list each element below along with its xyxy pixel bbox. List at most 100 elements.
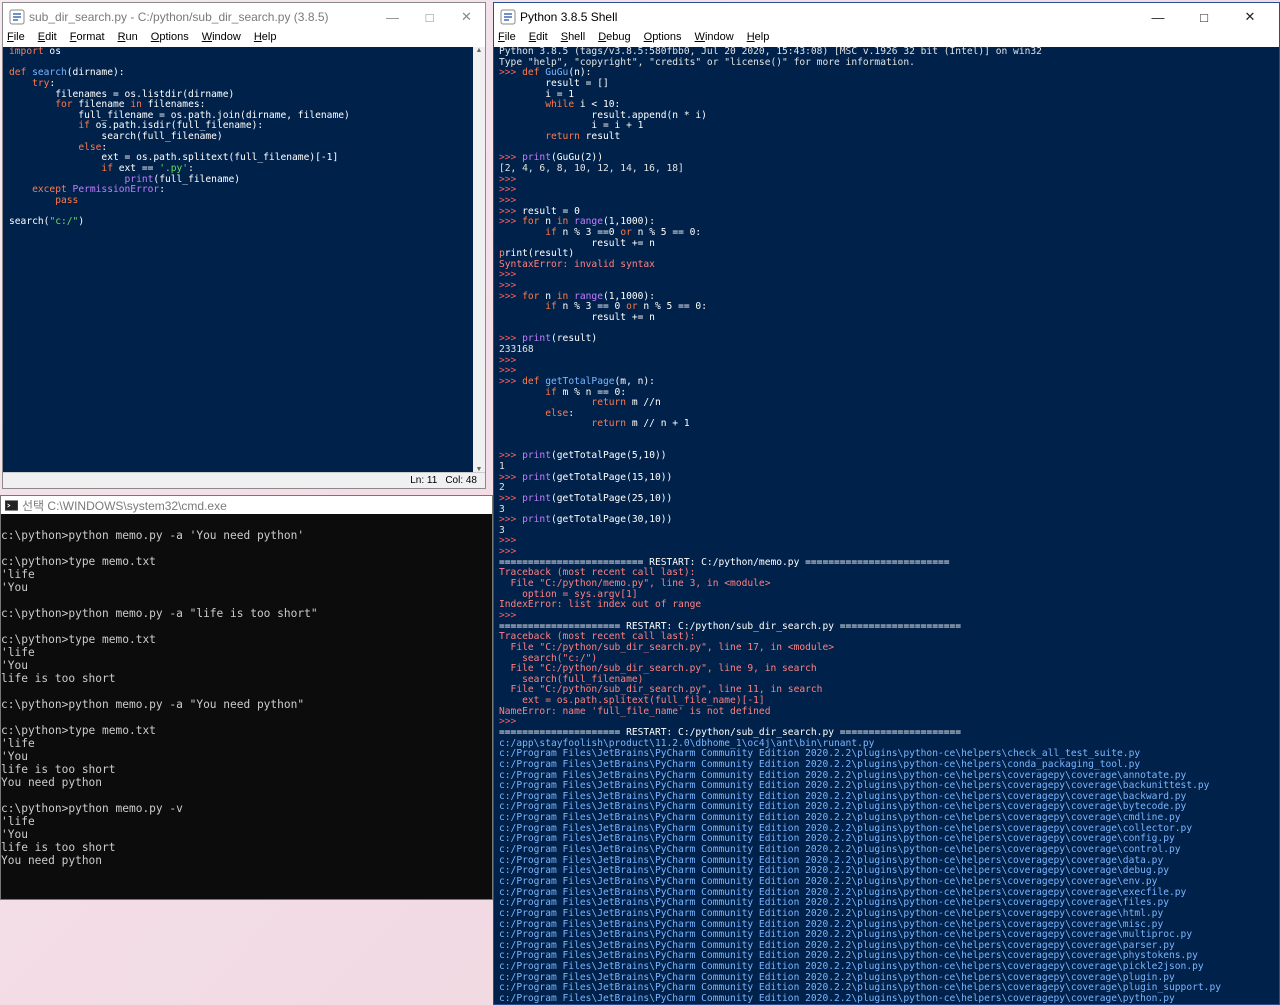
- close-button[interactable]: ✕: [1227, 3, 1273, 31]
- menu-options[interactable]: Options: [151, 31, 189, 47]
- cmd-line: 'life: [1, 737, 35, 750]
- cmd-line: [1, 542, 492, 555]
- code-token: File "C:/python/sub_dir_search.py", line…: [499, 641, 835, 653]
- cmd-line: [1, 789, 492, 802]
- code-token: c:/Program Files\JetBrains\PyCharm Commu…: [499, 897, 1170, 909]
- maximize-button[interactable]: □: [411, 3, 448, 31]
- code-token: ===================== RESTART: C:/python…: [499, 727, 962, 738]
- code-token: filenames = os.listdir(dirname): [9, 88, 235, 100]
- maximize-button[interactable]: □: [1181, 3, 1227, 31]
- code-token: if: [545, 301, 557, 313]
- code-token: (getTotalPage(30,10)): [551, 514, 673, 526]
- code-line: SyntaxError: invalid syntax: [499, 259, 1279, 271]
- code-token: c:/Program Files\JetBrains\PyCharm Commu…: [499, 780, 1210, 792]
- cmd-titlebar[interactable]: 선택 C:\WINDOWS\system32\cmd.exe: [1, 496, 492, 514]
- code-line: [2, 4, 6, 8, 10, 12, 14, 16, 18]: [499, 163, 1279, 175]
- code-token: c:/Program Files\JetBrains\PyCharm Commu…: [499, 822, 1193, 834]
- cmd-line: 'You: [1, 659, 28, 672]
- code-token: >>>: [499, 205, 523, 217]
- code-token: 3: [499, 503, 505, 515]
- code-token: ===================== RESTART: C:/python…: [499, 620, 962, 632]
- menu-edit[interactable]: Edit: [38, 31, 57, 47]
- code-line: Type "help", "copyright", "credits" or "…: [499, 57, 1279, 69]
- code-token: c:/Program Files\JetBrains\PyCharm Commu…: [499, 961, 1204, 973]
- code-token: search(full_filename): [9, 131, 223, 143]
- close-button[interactable]: ✕: [448, 3, 485, 31]
- code-token: File "C:/python/sub_dir_search.py", line…: [499, 684, 823, 696]
- code-token: >>>: [499, 471, 523, 483]
- code-line: >>> print(result): [499, 333, 1279, 345]
- minimize-icon: —: [1151, 9, 1165, 25]
- code-token: m //n: [626, 397, 661, 409]
- cmd-line: [1, 516, 492, 529]
- editor-statusbar: Ln: 11 Col: 48: [3, 472, 485, 488]
- editor-code-area[interactable]: import os def search(dirname): try: filen…: [3, 47, 473, 473]
- minimize-button[interactable]: —: [1135, 3, 1181, 31]
- menu-window[interactable]: Window: [695, 31, 734, 47]
- cmd-line: c:\python>type memo.txt: [1, 633, 156, 646]
- code-token: n % 3 ==0: [556, 226, 621, 238]
- menu-help[interactable]: Help: [747, 31, 770, 47]
- cmd-line: 'You: [1, 750, 28, 763]
- code-token: c:/app\stayfoolish\product\11.2.0\dbhome…: [499, 737, 875, 749]
- cmd-line: c:\python>type memo.txt: [1, 724, 156, 737]
- menu-window[interactable]: Window: [202, 31, 241, 47]
- menu-edit[interactable]: Edit: [529, 31, 548, 47]
- code-token: result = []: [499, 77, 609, 89]
- shell-titlebar[interactable]: Python 3.8.5 Shell — □ ✕: [494, 3, 1279, 31]
- menu-debug[interactable]: Debug: [598, 31, 630, 47]
- code-token: filenames:: [141, 99, 206, 111]
- code-token: m // n + 1: [626, 418, 690, 430]
- code-token: getTotalPage: [545, 375, 615, 387]
- menu-file[interactable]: File: [498, 31, 516, 47]
- code-token: File "C:/python/sub_dir_search.py", line…: [499, 663, 817, 675]
- maximize-icon: □: [425, 9, 434, 25]
- status-line: Ln: 11: [410, 475, 438, 486]
- code-token: c:/Program Files\JetBrains\PyCharm Commu…: [499, 875, 1158, 887]
- code-token: >>>: [499, 492, 523, 504]
- scroll-up-icon[interactable]: ▲: [473, 47, 485, 54]
- code-token: print: [522, 333, 551, 345]
- menu-file[interactable]: File: [7, 31, 25, 47]
- code-token: (1,1000):: [603, 290, 655, 302]
- code-token: c:/Program Files\JetBrains\PyCharm Commu…: [499, 993, 1175, 1004]
- menu-options[interactable]: Options: [644, 31, 682, 47]
- cmd-icon: [5, 499, 18, 511]
- editor-scrollbar[interactable]: ▲ ▼: [473, 47, 485, 473]
- menu-help[interactable]: Help: [254, 31, 277, 47]
- menu-format[interactable]: Format: [70, 31, 105, 47]
- cmd-output[interactable]: c:\python>python memo.py -a 'You need py…: [1, 514, 492, 867]
- shell-title: Python 3.8.5 Shell: [520, 10, 618, 24]
- code-token: return: [545, 131, 580, 143]
- code-token: c:/Program Files\JetBrains\PyCharm Commu…: [499, 865, 1170, 877]
- cmd-line: c:\python>python memo.py -a "You need py…: [1, 698, 305, 711]
- code-line: File "C:/python/sub_dir_search.py", line…: [499, 641, 1279, 654]
- code-token: GuGu: [545, 67, 569, 79]
- code-token: os: [43, 47, 61, 57]
- shell-output-area[interactable]: Python 3.8.5 (tags/v3.8.5:580fbb0, Jul 2…: [494, 47, 1279, 1004]
- code-token: result: [579, 131, 621, 143]
- code-token: (m, n):: [614, 375, 655, 387]
- code-token: result.append(n * i): [499, 109, 707, 121]
- code-line: >>>: [499, 270, 1279, 281]
- cmd-line: You need python: [1, 854, 103, 867]
- menu-shell[interactable]: Shell: [561, 31, 585, 47]
- cmd-line: [1, 711, 492, 724]
- code-token: or: [626, 301, 638, 313]
- menu-run[interactable]: Run: [118, 31, 138, 47]
- minimize-button[interactable]: —: [374, 3, 411, 31]
- editor-titlebar[interactable]: sub_dir_search.py - C:/python/sub_dir_se…: [3, 3, 485, 31]
- code-token: i = 1: [499, 88, 575, 100]
- code-token: while: [545, 99, 575, 111]
- code-token: def: [9, 67, 27, 79]
- code-token: or: [620, 226, 632, 238]
- code-token: result = 0: [522, 205, 580, 217]
- close-icon: ✕: [1244, 9, 1256, 24]
- code-line: >>>: [499, 355, 1279, 367]
- cmd-line: [1, 594, 492, 607]
